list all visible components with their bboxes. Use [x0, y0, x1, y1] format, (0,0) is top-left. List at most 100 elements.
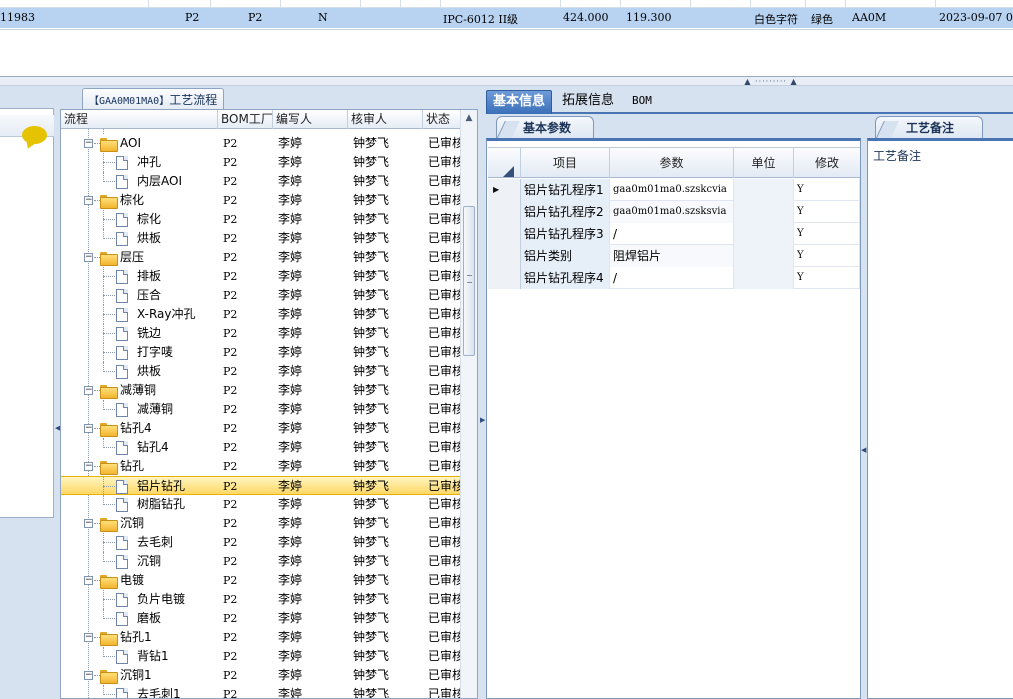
tree-group-row[interactable]: − 棕化 P2 李婷 钟梦飞 已审核 [61, 191, 461, 210]
tree-step-row[interactable]: 铣边 P2 李婷 钟梦飞 已审核 [61, 324, 461, 343]
scroll-up-icon[interactable]: ▲ [461, 110, 477, 127]
collapse-toggle-icon[interactable]: − [84, 633, 93, 642]
tree-step-row[interactable]: 内层AOI P2 李婷 钟梦飞 已审核 [61, 172, 461, 191]
tree-row-checker: 钟梦飞 [353, 630, 390, 644]
params-unit-cell[interactable] [734, 201, 794, 223]
params-unit-cell[interactable] [734, 267, 794, 289]
params-unit-cell[interactable] [734, 245, 794, 267]
params-value-cell[interactable]: 阻焊铝片 [610, 245, 734, 267]
col-header-status[interactable]: 状态 [423, 110, 461, 129]
col-header-bom[interactable]: BOM工厂 [218, 110, 273, 129]
tab-process-notes[interactable]: 工艺备注 [875, 116, 984, 139]
tree-group-row[interactable]: − 沉铜1 P2 李婷 钟梦飞 已审核 [61, 666, 461, 685]
tree-row-name: X-Ray冲孔 [137, 307, 196, 321]
tree-group-row[interactable]: − 电镀 P2 李婷 钟梦飞 已审核 [61, 571, 461, 590]
tree-step-row[interactable]: 钻孔4 P2 李婷 钟梦飞 已审核 [61, 438, 461, 457]
tree-step-row[interactable]: 去毛刺1 P2 李婷 钟梦飞 已审核 [61, 685, 461, 698]
row-header[interactable] [488, 245, 521, 267]
params-section: 基本参数 项目 参数 单位 修改 ▶ 铝片钻孔程序1 gaa0m01ma0.szsk… [486, 116, 864, 699]
tree-step-row[interactable]: 烘板 P2 李婷 钟梦飞 已审核 [61, 362, 461, 381]
tree-step-row[interactable]: 铝片钻孔 P2 李婷 钟梦飞 已审核 [61, 476, 461, 496]
params-unit-cell[interactable] [734, 179, 794, 201]
params-unit-cell[interactable] [734, 223, 794, 245]
tree-step-row[interactable]: 减薄铜 P2 李婷 钟梦飞 已审核 [61, 400, 461, 419]
tree-group-row[interactable]: − 沉铜 P2 李婷 钟梦飞 已审核 [61, 514, 461, 533]
tab-process-flow[interactable]: 【GAA0M01MA0】工艺流程 [82, 88, 225, 110]
collapse-toggle-icon[interactable]: − [84, 386, 93, 395]
params-value-cell[interactable]: / [610, 223, 734, 245]
col-header-param[interactable]: 参数 [610, 148, 734, 178]
params-value-cell[interactable]: gaa0m01ma0.szsksvia [610, 201, 734, 223]
params-value-cell[interactable]: gaa0m01ma0.szskcvia [610, 179, 734, 201]
params-modify-cell[interactable]: Y [794, 267, 860, 289]
params-row[interactable]: 铝片钻孔程序4/ Y [488, 267, 860, 289]
tree-step-row[interactable]: X-Ray冲孔 P2 李婷 钟梦飞 已审核 [61, 305, 461, 324]
collapse-toggle-icon[interactable]: − [84, 424, 93, 433]
horizontal-splitter[interactable]: ▲ ········· ▲ [0, 76, 1013, 86]
tab-basic-info[interactable]: 基本信息 [486, 90, 553, 114]
tree-step-row[interactable]: 负片电镀 P2 李婷 钟梦飞 已审核 [61, 590, 461, 609]
tree-group-row[interactable]: − 钻孔4 P2 李婷 钟梦飞 已审核 [61, 419, 461, 438]
scroll-thumb[interactable] [463, 206, 475, 356]
tree-group-row[interactable]: − 层压 P2 李婷 钟梦飞 已审核 [61, 248, 461, 267]
tree-step-row[interactable]: 烘板 P2 李婷 钟梦飞 已审核 [61, 229, 461, 248]
collapse-toggle-icon[interactable]: − [84, 139, 93, 148]
tree-group-row[interactable]: − 减薄铜 P2 李婷 钟梦飞 已审核 [61, 381, 461, 400]
row-header[interactable] [488, 201, 521, 223]
collapse-toggle-icon[interactable]: − [84, 519, 93, 528]
params-item-cell[interactable]: 铝片类别 [521, 245, 610, 267]
tree-step-row[interactable]: 树脂钻孔 P2 李婷 钟梦飞 已审核 [61, 495, 461, 514]
middle-splitter[interactable]: ▶ [478, 86, 486, 699]
tree-row-name: 冲孔 [137, 155, 162, 169]
tab-extended-info[interactable]: 拓展信息 [556, 90, 620, 114]
params-item-cell[interactable]: 铝片钻孔程序4 [521, 267, 610, 289]
col-header-flow[interactable]: 流程 [61, 110, 218, 129]
params-row[interactable]: 铝片钻孔程序3/ Y [488, 223, 860, 245]
params-row[interactable]: ▶ 铝片钻孔程序1 gaa0m01ma0.szskcvia Y [488, 179, 860, 201]
params-item-cell[interactable]: 铝片钻孔程序1 [521, 179, 610, 201]
tree-step-row[interactable]: 沉铜 P2 李婷 钟梦飞 已审核 [61, 552, 461, 571]
params-modify-cell[interactable]: Y [794, 223, 860, 245]
params-row[interactable]: 铝片钻孔程序2 gaa0m01ma0.szsksvia Y [488, 201, 860, 223]
params-item-cell[interactable]: 铝片钻孔程序2 [521, 201, 610, 223]
col-header-checker[interactable]: 核审人 [348, 110, 423, 129]
tree-step-row[interactable]: 打字唛 P2 李婷 钟梦飞 已审核 [61, 343, 461, 362]
tab-basic-params[interactable]: 基本参数 [496, 116, 595, 139]
tree-step-row[interactable]: 磨板 P2 李婷 钟梦飞 已审核 [61, 609, 461, 628]
collapse-toggle-icon[interactable]: − [84, 253, 93, 262]
top-grid-selected-row[interactable]: 11983 P2 P2 N IPC-6012 II级 424.000 119.3… [0, 8, 1013, 28]
tree-row-bom: P2 [223, 631, 238, 644]
params-modify-cell[interactable]: Y [794, 201, 860, 223]
params-modify-cell[interactable]: Y [794, 179, 860, 201]
collapse-toggle-icon[interactable]: − [84, 671, 93, 680]
col-header-item[interactable]: 项目 [521, 148, 610, 178]
params-item-cell[interactable]: 铝片钻孔程序3 [521, 223, 610, 245]
tab-bom[interactable]: BOM [626, 90, 658, 114]
row-header[interactable] [488, 223, 521, 245]
tree-group-row[interactable]: − AOI P2 李婷 钟梦飞 已审核 [61, 134, 461, 153]
tree-step-row[interactable]: 去毛刺 P2 李婷 钟梦飞 已审核 [61, 533, 461, 552]
tree-step-row[interactable]: 排板 P2 李婷 钟梦飞 已审核 [61, 267, 461, 286]
params-row[interactable]: 铝片类别 阻焊铝片 Y [488, 245, 860, 267]
tree-step-row[interactable]: 冲孔 P2 李婷 钟梦飞 已审核 [61, 153, 461, 172]
tree-group-row[interactable]: − 钻孔 P2 李婷 钟梦飞 已审核 [61, 457, 461, 476]
cell-id: 11983 [0, 11, 35, 24]
tree-row-bom: P2 [223, 251, 238, 264]
tree-scrollbar[interactable]: ▲ [460, 110, 477, 698]
tree-group-row[interactable]: − 钻孔1 P2 李婷 钟梦飞 已审核 [61, 628, 461, 647]
col-header-modify[interactable]: 修改 [794, 148, 860, 178]
row-header[interactable]: ▶ [488, 179, 521, 201]
collapse-toggle-icon[interactable]: − [84, 462, 93, 471]
collapse-toggle-icon[interactable]: − [84, 196, 93, 205]
params-value-cell[interactable]: / [610, 267, 734, 289]
row-header[interactable] [488, 267, 521, 289]
tree-step-row[interactable]: 背钻1 P2 李婷 钟梦飞 已审核 [61, 647, 461, 666]
tree-row-status: 已审核 [428, 364, 461, 378]
params-modify-cell[interactable]: Y [794, 245, 860, 267]
tree-step-row[interactable]: 压合 P2 李婷 钟梦飞 已审核 [61, 286, 461, 305]
col-header-unit[interactable]: 单位 [734, 148, 794, 178]
col-header-writer[interactable]: 编写人 [273, 110, 348, 129]
comment-bubble-icon[interactable] [22, 126, 47, 144]
collapse-toggle-icon[interactable]: − [84, 576, 93, 585]
tree-step-row[interactable]: 棕化 P2 李婷 钟梦飞 已审核 [61, 210, 461, 229]
